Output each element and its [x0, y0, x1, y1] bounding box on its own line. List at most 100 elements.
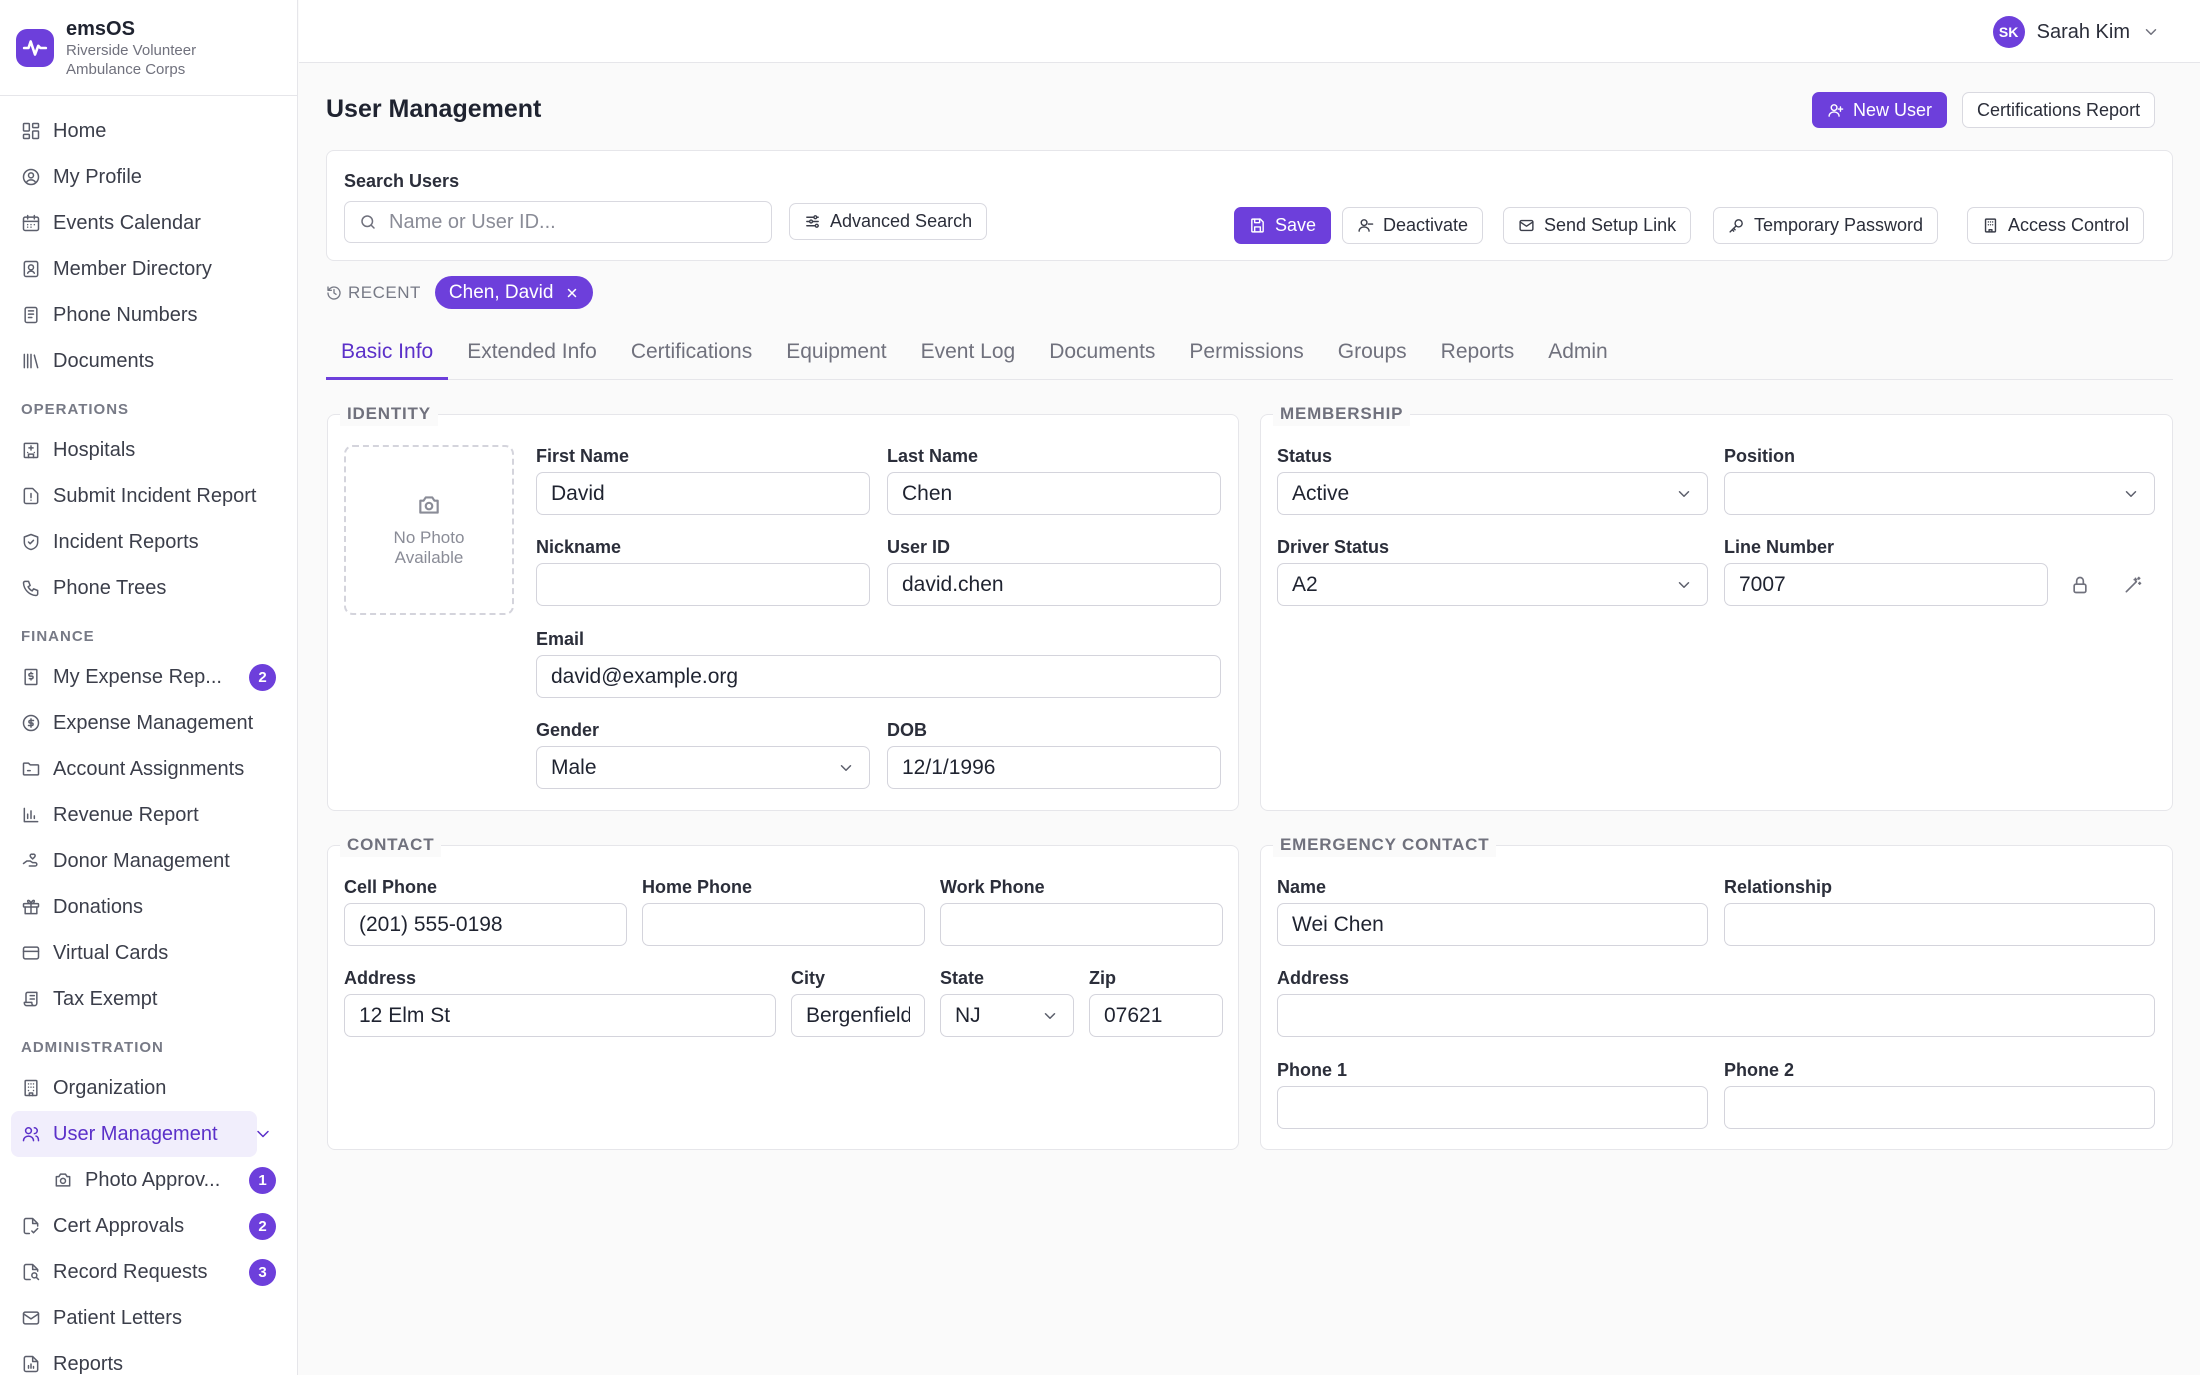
sidebar-item-documents[interactable]: Documents	[11, 338, 286, 384]
status-select[interactable]: Active	[1277, 472, 1708, 515]
sidebar-item-record-requests[interactable]: Record Requests 3	[11, 1249, 286, 1295]
deactivate-button[interactable]: Deactivate	[1342, 207, 1484, 244]
sidebar-item-events-calendar[interactable]: Events Calendar	[11, 200, 286, 246]
sidebar-item-expense-management[interactable]: Expense Management	[11, 700, 286, 746]
sidebar-item-reports[interactable]: Reports	[11, 1341, 286, 1375]
position-select[interactable]	[1724, 472, 2155, 515]
sidebar-item-my-profile[interactable]: My Profile	[11, 154, 286, 200]
sidebar-item-my-expense-reports[interactable]: My Expense Rep... 2	[11, 654, 286, 700]
sidebar-item-member-directory[interactable]: Member Directory	[11, 246, 286, 292]
emergency-contact-legend: EMERGENCY CONTACT	[1273, 833, 1497, 857]
gender-select[interactable]: Male	[536, 746, 870, 789]
dob-input[interactable]: 12/1/1996	[887, 746, 1221, 789]
state-select[interactable]: NJ	[940, 994, 1074, 1037]
status-label: Status	[1277, 446, 1333, 466]
gender-field: Gender Male	[536, 719, 870, 789]
identity-panel: IDENTITY No Photo Available First Name Da…	[327, 402, 1239, 811]
brand[interactable]: emsOS Riverside Volunteer Ambulance Corp…	[0, 0, 297, 96]
line-number-label: Line Number	[1724, 537, 1835, 557]
first-name-label: First Name	[536, 446, 630, 466]
position-field: Position	[1724, 445, 2155, 515]
tab-basic-info[interactable]: Basic Info	[326, 330, 449, 380]
email-field: Email david@example.org	[536, 628, 1221, 698]
sidebar-item-hospitals[interactable]: Hospitals	[11, 427, 286, 473]
user-minus-icon	[1357, 217, 1374, 234]
tab-reports[interactable]: Reports	[1426, 330, 1530, 380]
sidebar-item-virtual-cards[interactable]: Virtual Cards	[11, 930, 286, 976]
sidebar-item-donor-management[interactable]: Donor Management	[11, 838, 286, 884]
access-control-button[interactable]: Access Control	[1967, 207, 2145, 244]
city-input[interactable]: Bergenfield	[791, 994, 925, 1037]
sidebar-item-home[interactable]: Home	[11, 108, 286, 154]
sidebar-item-phone-trees[interactable]: Phone Trees	[11, 565, 286, 611]
sidebar-item-cert-approvals[interactable]: Cert Approvals 2	[11, 1203, 286, 1249]
sidebar-item-label: Cert Approvals	[53, 1214, 185, 1237]
search-box[interactable]	[344, 201, 772, 243]
work-phone-input[interactable]	[940, 903, 1223, 946]
sidebar-item-label: My Profile	[53, 165, 142, 188]
line-number-input[interactable]: 7007	[1724, 563, 2048, 606]
recent-user-chip[interactable]: Chen, David	[434, 276, 594, 309]
phone-icon	[21, 578, 41, 598]
sidebar-item-phone-numbers[interactable]: Phone Numbers	[11, 292, 286, 338]
first-name-input[interactable]: David	[536, 472, 870, 515]
tab-permissions[interactable]: Permissions	[1174, 330, 1318, 380]
file-check-icon	[21, 1216, 41, 1236]
user-id-input[interactable]: david.chen	[887, 563, 1221, 606]
driver-status-select[interactable]: A2	[1277, 563, 1708, 606]
emergency-name-input[interactable]: Wei Chen	[1277, 903, 1708, 946]
camera-icon	[53, 1170, 73, 1190]
advanced-search-label: Advanced Search	[830, 211, 973, 231]
tab-documents[interactable]: Documents	[1034, 330, 1170, 380]
home-phone-input[interactable]	[642, 903, 925, 946]
sidebar-item-photo-approvals[interactable]: Photo Approv... 1	[11, 1157, 286, 1203]
magic-wand-icon[interactable]	[2123, 575, 2143, 595]
emergency-address-input[interactable]	[1277, 994, 2155, 1037]
zip-field: Zip 07621	[1089, 967, 1223, 1037]
photo-placeholder[interactable]: No Photo Available	[344, 445, 514, 615]
nickname-input[interactable]	[536, 563, 870, 606]
cell-phone-value: (201) 555-0198	[359, 912, 503, 936]
temporary-password-label: Temporary Password	[1754, 215, 1924, 235]
close-icon[interactable]	[565, 286, 579, 300]
sidebar-item-donations[interactable]: Donations	[11, 884, 286, 930]
advanced-search-button[interactable]: Advanced Search	[789, 203, 988, 240]
save-button[interactable]: Save	[1234, 207, 1332, 244]
relationship-input[interactable]	[1724, 903, 2155, 946]
sidebar-item-submit-incident-report[interactable]: Submit Incident Report	[11, 473, 286, 519]
sidebar-item-tax-exempt[interactable]: Tax Exempt	[11, 976, 286, 1022]
email-input[interactable]: david@example.org	[536, 655, 1221, 698]
tab-admin[interactable]: Admin	[1533, 330, 1623, 380]
new-user-button[interactable]: New User	[1812, 92, 1948, 128]
tab-equipment[interactable]: Equipment	[771, 330, 901, 380]
sliders-icon	[804, 213, 821, 230]
certifications-report-button[interactable]: Certifications Report	[1962, 92, 2156, 128]
tab-groups[interactable]: Groups	[1323, 330, 1422, 380]
zip-input[interactable]: 07621	[1089, 994, 1223, 1037]
lock-icon[interactable]	[2070, 575, 2090, 595]
sidebar-item-revenue-report[interactable]: Revenue Report	[11, 792, 286, 838]
user-menu[interactable]: SK Sarah Kim	[1992, 16, 2160, 48]
address-field: Address 12 Elm St	[344, 967, 776, 1037]
last-name-input[interactable]: Chen	[887, 472, 1221, 515]
phone-1-input[interactable]	[1277, 1086, 1708, 1129]
address-input[interactable]: 12 Elm St	[344, 994, 776, 1037]
tab-certifications[interactable]: Certifications	[616, 330, 767, 380]
sidebar-item-label: Home	[53, 119, 107, 142]
chevron-down-icon[interactable]	[253, 1124, 273, 1144]
sidebar-item-account-assignments[interactable]: Account Assignments	[11, 746, 286, 792]
sidebar-item-user-management[interactable]: User Management	[11, 1111, 269, 1157]
temporary-password-button[interactable]: Temporary Password	[1713, 207, 1939, 244]
tab-extended-info[interactable]: Extended Info	[452, 330, 612, 380]
contacts-icon	[21, 259, 41, 279]
sidebar-item-organization[interactable]: Organization	[11, 1065, 286, 1111]
sidebar-item-incident-reports[interactable]: Incident Reports	[11, 519, 286, 565]
search-input[interactable]	[389, 210, 749, 234]
tab-event-log[interactable]: Event Log	[906, 330, 1031, 380]
emergency-address-field: Address	[1277, 967, 2155, 1037]
cell-phone-input[interactable]: (201) 555-0198	[344, 903, 627, 946]
key-icon	[1728, 217, 1745, 234]
send-setup-link-button[interactable]: Send Setup Link	[1503, 207, 1692, 244]
sidebar-item-patient-letters[interactable]: Patient Letters	[11, 1295, 286, 1341]
phone-2-input[interactable]	[1724, 1086, 2155, 1129]
